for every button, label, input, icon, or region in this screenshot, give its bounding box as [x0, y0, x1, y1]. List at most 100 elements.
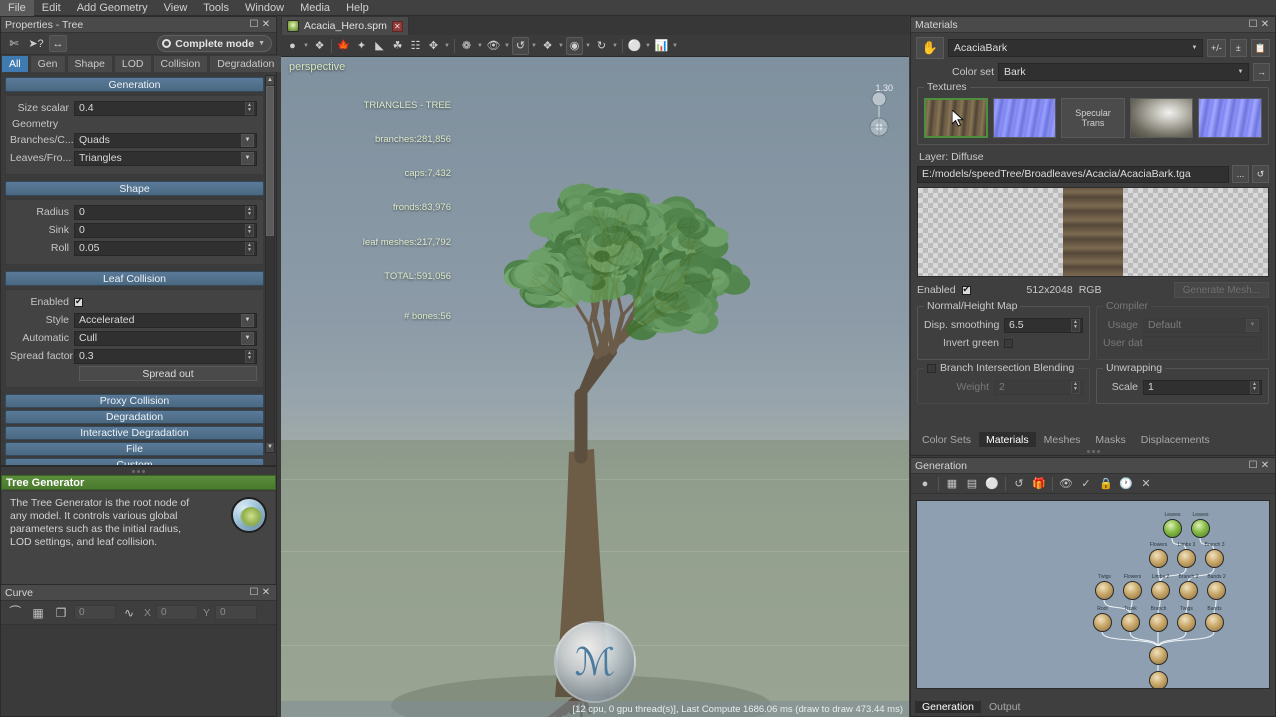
automatic-dropdown[interactable]: Cull ▼ — [74, 330, 257, 346]
size-scalar-input[interactable]: 0.4 ▲ ▼ — [74, 100, 257, 116]
scroll-down-icon[interactable]: ▼ — [266, 443, 274, 452]
check-icon[interactable]: ✓ — [1077, 475, 1095, 492]
size-scalar-stepper[interactable]: ▲ ▼ — [245, 101, 254, 115]
graph-node[interactable] — [1093, 613, 1112, 632]
leaf-enabled-checkbox[interactable] — [74, 296, 83, 307]
chevron-down-icon[interactable]: ▼ — [584, 37, 592, 55]
tab-displacements[interactable]: Displacements — [1133, 432, 1217, 447]
menu-edit[interactable]: Edit — [34, 0, 69, 16]
graph-node[interactable] — [1149, 646, 1168, 665]
chevron-down-icon[interactable]: ▼ — [443, 37, 451, 55]
eye-icon[interactable]: 👁 — [1057, 475, 1075, 492]
graph-node[interactable] — [1177, 613, 1196, 632]
texture-slot-detail-normal[interactable] — [1198, 98, 1262, 138]
graph-node[interactable] — [1207, 581, 1226, 600]
float-icon[interactable]: ☐ — [1247, 19, 1259, 30]
tab-masks[interactable]: Masks — [1088, 432, 1133, 447]
graph-node[interactable] — [1149, 671, 1168, 688]
tab-meshes[interactable]: Meshes — [1036, 432, 1088, 447]
chevron-down-icon[interactable]: ▼ — [241, 313, 254, 327]
clock-icon[interactable]: 🕐 — [1117, 475, 1135, 492]
texture-path-input[interactable]: E:/models/speedTree/Broadleaves/Acacia/A… — [917, 165, 1229, 183]
light-sphere-icon[interactable]: ⚪ — [626, 37, 643, 55]
sink-stepper[interactable]: ▲ ▼ — [245, 223, 254, 237]
chevron-down-icon[interactable]: ▼ — [302, 37, 310, 55]
document-tab-acacia[interactable]: Acacia_Hero.spm ✕ — [281, 16, 409, 35]
graph-node[interactable] — [1121, 613, 1140, 632]
tab-collision[interactable]: Collision — [152, 55, 209, 72]
lock-icon[interactable]: 🔒 — [1097, 475, 1115, 492]
sphere-node-icon[interactable]: ⚪ — [983, 475, 1001, 492]
frond-icon[interactable]: ✦ — [353, 37, 370, 55]
goto-color-set-icon[interactable]: → — [1253, 63, 1270, 81]
tab-materials[interactable]: Materials — [979, 432, 1036, 447]
menu-media[interactable]: Media — [292, 0, 338, 16]
curve-shape-icon[interactable]: ∿ — [119, 604, 139, 622]
properties-vertical-scrollbar[interactable]: ▲ ▼ — [265, 75, 275, 453]
tab-lod[interactable]: LOD — [113, 55, 152, 72]
close-icon[interactable]: ✕ — [1259, 19, 1271, 30]
section-header-file[interactable]: File — [5, 442, 264, 456]
group-nodes-icon[interactable]: ▦ — [943, 475, 961, 492]
leaves-dropdown[interactable]: Triangles ▼ — [74, 150, 257, 166]
rotate-handle-icon[interactable]: ↺ — [512, 36, 529, 55]
color-set-combobox[interactable]: Bark ▼ — [998, 63, 1249, 81]
float-icon[interactable]: ☐ — [248, 587, 260, 598]
cursor-help-icon[interactable]: ➤? — [27, 35, 45, 52]
chevron-down-icon[interactable]: ▼ — [611, 37, 619, 55]
ungroup-nodes-icon[interactable]: ▤ — [963, 475, 981, 492]
style-dropdown[interactable]: Accelerated ▼ — [74, 312, 257, 328]
texture-slot-specular-trans[interactable]: Specular Trans — [1061, 98, 1125, 138]
roll-stepper[interactable]: ▲ ▼ — [245, 241, 254, 255]
graph-node[interactable] — [1149, 549, 1168, 568]
eye-icon[interactable]: 👁 — [485, 37, 502, 55]
tab-shape[interactable]: Shape — [66, 55, 113, 72]
graph-node[interactable] — [1205, 613, 1224, 632]
scatter-icon[interactable]: ❖ — [539, 37, 556, 55]
reload-texture-icon[interactable]: ↺ — [1252, 165, 1269, 183]
texture-slot-normal[interactable] — [992, 98, 1057, 138]
menu-add-geometry[interactable]: Add Geometry — [69, 0, 156, 16]
graph-node[interactable] — [1149, 613, 1168, 632]
texture-slot-diffuse[interactable] — [924, 98, 988, 138]
node-icon[interactable]: ❁ — [458, 37, 475, 55]
panel-resize-handle[interactable] — [911, 447, 1275, 455]
tab-generation[interactable]: Generation — [915, 701, 981, 713]
mirror-icon[interactable]: ☷ — [407, 37, 424, 55]
refresh-icon[interactable]: ↺ — [1010, 475, 1028, 492]
menu-view[interactable]: View — [156, 0, 196, 16]
unwrap-scale-stepper[interactable]: ▲ ▼ — [1250, 380, 1259, 394]
section-header-custom[interactable]: Custom — [5, 458, 264, 465]
disp-smoothing-stepper[interactable]: ▲ ▼ — [1071, 318, 1080, 332]
chevron-down-icon[interactable]: ▼ — [476, 37, 484, 55]
texture-enabled-checkbox[interactable] — [961, 284, 971, 295]
scrollbar-thumb[interactable] — [266, 86, 274, 236]
chevron-down-icon[interactable]: ▼ — [503, 37, 511, 55]
leaf-icon[interactable]: 🍁 — [335, 37, 352, 55]
tab-all[interactable]: All — [1, 55, 29, 72]
curve-x-field[interactable]: 0 — [156, 605, 199, 620]
branch-icon[interactable]: ◣ — [371, 37, 388, 55]
graph-node[interactable] — [1123, 581, 1142, 600]
copy-material-icon[interactable]: 📋 — [1250, 39, 1270, 57]
close-icon[interactable]: ✕ — [260, 19, 272, 30]
curve-y-field[interactable]: 0 — [215, 605, 258, 620]
float-icon[interactable]: ☐ — [1247, 460, 1259, 471]
section-header-degradation[interactable]: Degradation — [5, 410, 264, 424]
graph-node[interactable] — [1177, 549, 1196, 568]
chevron-down-icon[interactable]: ▼ — [530, 37, 538, 55]
close-icon[interactable]: ✕ — [260, 587, 272, 598]
graph-node[interactable] — [1151, 581, 1170, 600]
tab-output[interactable]: Output — [981, 701, 1028, 713]
section-header-generation[interactable]: Generation — [5, 77, 264, 92]
curve-value-field[interactable]: 0 — [74, 605, 116, 620]
menu-file[interactable]: File — [0, 0, 34, 16]
spread-out-button[interactable]: Spread out — [79, 366, 257, 381]
tab-color-sets[interactable]: Color Sets — [915, 432, 979, 447]
section-header-proxy-collision[interactable]: Proxy Collision — [5, 394, 264, 408]
package-icon[interactable]: 🎁 — [1030, 475, 1048, 492]
graph-node[interactable] — [1163, 519, 1182, 538]
graph-node[interactable] — [1179, 581, 1198, 600]
section-header-interactive-degradation[interactable]: Interactive Degradation — [5, 426, 264, 440]
add-remove-material-button[interactable]: +/- — [1207, 39, 1226, 57]
